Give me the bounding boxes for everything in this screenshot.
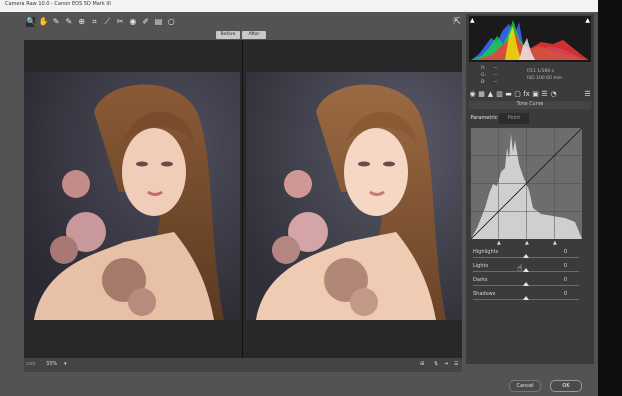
slider-label: Darks [473,277,488,283]
before-image [24,72,240,320]
preview-divider [242,40,243,358]
curve-tabs: Parametric Point [469,113,591,124]
copy-settings-icon[interactable]: ⇥ [444,361,448,367]
slider-knob[interactable] [523,254,529,258]
before-after-labels: Before After [216,31,266,39]
title-bar: Camera Raw 10.0 - Canon EOS 5D Mark III [0,0,598,12]
darks-divider-handle[interactable]: ▲ [525,240,529,246]
zoom-level[interactable]: 33% [46,361,57,367]
ok-button[interactable]: OK [550,380,582,392]
slider-label: Lights [473,263,489,269]
aperture-shutter: f/11 1/160 s [527,69,554,74]
r-value: --- [493,66,498,71]
slider-lights[interactable]: Lights 0 [473,263,581,277]
b-value: --- [493,80,498,85]
basic-panel-icon[interactable]: ◉ [469,91,476,98]
hand-tool-icon[interactable]: ✋ [39,17,49,27]
lens-panel-icon[interactable]: ▢ [514,91,521,98]
targeted-adjustment-tool-icon[interactable]: ⊕ [77,17,86,27]
snapshots-panel-icon[interactable]: ◔ [550,91,557,98]
cancel-button[interactable]: Cancel [509,380,541,392]
iso-focal: ISO 100 60 mm [527,76,563,81]
zoom-dropdown-icon[interactable]: ▾ [64,361,67,367]
region-divider-handles: ▲ ▲ ▲ [471,240,582,246]
slider-highlights[interactable]: Highlights 0 [473,249,581,263]
straighten-tool-icon[interactable]: ⟋ [103,17,112,27]
white-balance-tool-icon[interactable]: ✎ [52,17,61,27]
detail-panel-icon[interactable]: ▲ [487,91,494,98]
mouse-cursor: ☝ [517,264,523,274]
effects-panel-icon[interactable]: fx [523,91,530,98]
window-title: Camera Raw 10.0 - Canon EOS 5D Mark III [5,1,111,7]
slider-label: Highlights [473,249,499,255]
preview-bottom-bar: ▭▭ 33% ▾ ⊞ ⇅ ⇥ ☰ [24,358,462,372]
open-preferences-icon[interactable]: ⇱ [452,17,462,27]
shadow-clipping-icon[interactable]: ▲ [470,17,475,24]
tone-curve-graph[interactable] [470,127,583,240]
slider-knob[interactable] [523,282,529,286]
swap-settings-icon[interactable]: ⇅ [434,361,438,367]
before-label: Before [216,31,240,39]
slider-label: Shadows [473,291,496,297]
background-strip [598,0,622,396]
slider-value[interactable]: 0 [564,291,567,297]
calibration-panel-icon[interactable]: ▣ [532,91,539,98]
after-image [246,72,462,320]
r-label: R: [481,66,486,71]
panel-menu-icon[interactable]: ☰ [584,91,591,98]
slider-value[interactable]: 0 [564,263,567,269]
hsl-panel-icon[interactable]: ▥ [496,91,503,98]
color-sampler-tool-icon[interactable]: ✎ [64,17,73,27]
graduated-filter-icon[interactable]: ▤ [154,17,163,27]
slider-knob[interactable] [523,296,529,300]
adjustment-brush-icon[interactable]: ✐ [141,17,150,27]
toolbar: 🔍 ✋ ✎ ✎ ⊕ ⌗ ⟋ ✂ ◉ ✐ ▤ ○ [22,16,462,30]
histogram: ▲ ▲ [469,16,591,62]
presets-panel-icon[interactable]: ☰ [541,91,548,98]
after-label: After [242,31,266,39]
camera-readout: R: G: B: --- --- --- f/11 1/160 s ISO 10… [469,63,591,89]
slider-darks[interactable]: Darks 0 [473,277,581,291]
red-eye-tool-icon[interactable]: ◉ [128,17,137,27]
slider-shadows[interactable]: Shadows 0 [473,291,581,305]
tab-parametric[interactable]: Parametric [469,113,499,124]
tone-curve-panel-icon[interactable]: ▦ [478,91,485,98]
b-label: B: [481,80,486,85]
zoom-tool-icon[interactable]: 🔍 [26,17,36,27]
crop-tool-icon[interactable]: ⌗ [90,17,99,27]
g-value: --- [493,73,498,78]
highlight-clipping-icon[interactable]: ▲ [585,17,590,24]
view-mode-icon[interactable]: ▭▭ [26,361,35,367]
tab-point[interactable]: Point [499,113,529,124]
highlights-divider-handle[interactable]: ▲ [553,240,557,246]
slider-value[interactable]: 0 [564,249,567,255]
radial-filter-icon[interactable]: ○ [167,17,176,27]
slider-knob[interactable] [523,268,529,272]
spot-removal-tool-icon[interactable]: ✂ [116,17,125,27]
panel-tab-icons: ◉ ▦ ▲ ▥ ▬ ▢ fx ▣ ☰ ◔ ☰ [467,90,593,100]
split-toning-panel-icon[interactable]: ▬ [505,91,512,98]
panel-title: Tone Curve [469,101,591,109]
g-label: G: [481,73,487,78]
shadows-divider-handle[interactable]: ▲ [497,240,501,246]
slider-value[interactable]: 0 [564,277,567,283]
toggle-settings-icon[interactable]: ☰ [454,361,458,367]
before-after-view-icon[interactable]: ⊞ [420,361,424,367]
